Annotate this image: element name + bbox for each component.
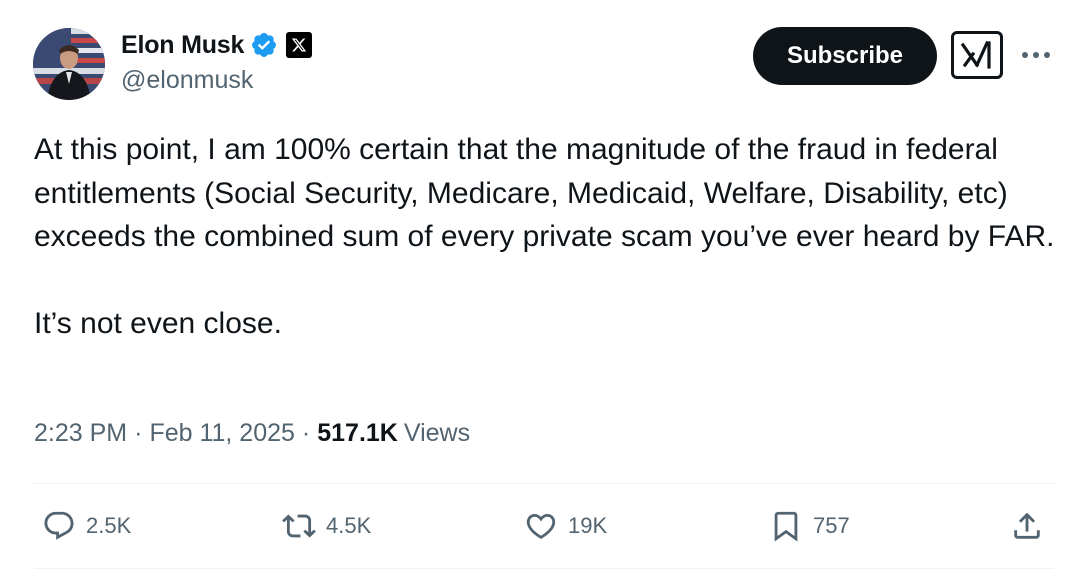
views-count[interactable]: 517.1K <box>317 419 398 448</box>
reply-icon <box>44 511 74 540</box>
tweet-metadata: 2:23 PM · Feb 11, 2025 · 517.1K Views <box>34 419 470 448</box>
divider <box>34 483 1054 484</box>
bookmark-count: 757 <box>813 513 850 538</box>
views-label[interactable]: Views <box>404 419 470 448</box>
bookmark-button[interactable]: 757 <box>769 500 850 552</box>
meta-separator: · <box>301 419 311 447</box>
author-handle[interactable]: @elonmusk <box>121 66 253 95</box>
tweet-date[interactable]: Feb 11, 2025 <box>149 419 294 448</box>
more-dots <box>1022 52 1050 58</box>
avatar[interactable] <box>33 28 105 100</box>
bookmark-icon <box>774 511 798 542</box>
subscribe-button[interactable]: Subscribe <box>753 27 937 85</box>
grok-glyph <box>960 40 991 69</box>
verified-badge-icon[interactable] <box>250 31 278 59</box>
action-bar: 2.5K 4.5K 19K 757 <box>34 500 1054 552</box>
like-button[interactable]: 19K <box>524 500 607 552</box>
x-logo-glyph <box>292 38 307 52</box>
heart-icon <box>526 513 556 539</box>
x-logo-icon[interactable] <box>286 32 313 58</box>
tweet-time[interactable]: 2:23 PM <box>34 419 127 448</box>
share-button[interactable] <box>1010 500 1044 552</box>
meta-separator: · <box>134 419 143 447</box>
repost-icon <box>282 514 316 538</box>
tweet-text: At this point, I am 100% certain that th… <box>34 133 1055 340</box>
reply-count: 2.5K <box>86 513 132 538</box>
reply-button[interactable]: 2.5K <box>42 500 131 552</box>
avatar-image <box>33 28 105 100</box>
repost-count: 4.5K <box>326 513 372 538</box>
tweet-card: Elon Musk @elonmusk Subscribe At this po… <box>0 0 1085 585</box>
more-icon[interactable] <box>1019 40 1053 70</box>
repost-button[interactable]: 4.5K <box>282 500 371 552</box>
divider <box>34 568 1054 569</box>
author-name-row: Elon Musk <box>121 30 313 60</box>
like-count: 19K <box>568 513 608 538</box>
share-icon <box>1014 512 1040 539</box>
grok-icon[interactable] <box>951 31 1003 79</box>
author-display-name[interactable]: Elon Musk <box>121 31 244 60</box>
